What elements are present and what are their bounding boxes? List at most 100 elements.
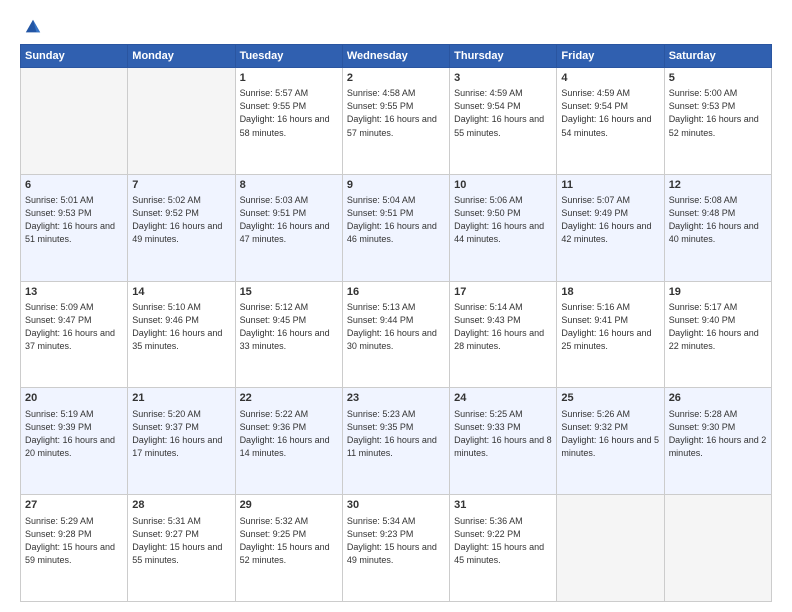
calendar-cell: 11Sunrise: 5:07 AMSunset: 9:49 PMDayligh…	[557, 174, 664, 281]
day-info: Sunrise: 5:14 AMSunset: 9:43 PMDaylight:…	[454, 301, 552, 353]
calendar-cell: 12Sunrise: 5:08 AMSunset: 9:48 PMDayligh…	[664, 174, 771, 281]
day-info: Sunrise: 5:22 AMSunset: 9:36 PMDaylight:…	[240, 408, 338, 460]
calendar-cell: 9Sunrise: 5:04 AMSunset: 9:51 PMDaylight…	[342, 174, 449, 281]
day-number: 28	[132, 498, 230, 513]
day-info: Sunrise: 5:36 AMSunset: 9:22 PMDaylight:…	[454, 515, 552, 567]
day-info: Sunrise: 5:20 AMSunset: 9:37 PMDaylight:…	[132, 408, 230, 460]
day-info: Sunrise: 5:23 AMSunset: 9:35 PMDaylight:…	[347, 408, 445, 460]
day-number: 27	[25, 498, 123, 513]
day-number: 12	[669, 178, 767, 193]
day-number: 7	[132, 178, 230, 193]
day-number: 24	[454, 391, 552, 406]
day-info: Sunrise: 5:12 AMSunset: 9:45 PMDaylight:…	[240, 301, 338, 353]
calendar-cell	[128, 68, 235, 175]
calendar-cell	[21, 68, 128, 175]
day-info: Sunrise: 5:04 AMSunset: 9:51 PMDaylight:…	[347, 194, 445, 246]
day-number: 6	[25, 178, 123, 193]
calendar-cell: 30 Sunrise: 5:34 AMSunset: 9:23 PMDayligh…	[342, 495, 449, 602]
day-number: 25	[561, 391, 659, 406]
day-info: Sunrise: 5:19 AMSunset: 9:39 PMDaylight:…	[25, 408, 123, 460]
day-info: Sunrise: 5:00 AMSunset: 9:53 PMDaylight:…	[669, 87, 767, 139]
calendar: SundayMondayTuesdayWednesdayThursdayFrid…	[20, 44, 772, 602]
day-info: Sunrise: 5:26 AMSunset: 9:32 PMDaylight:…	[561, 408, 659, 460]
calendar-cell: 22 Sunrise: 5:22 AMSunset: 9:36 PMDayligh…	[235, 388, 342, 495]
day-info: Sunrise: 5:29 AMSunset: 9:28 PMDaylight:…	[25, 515, 123, 567]
calendar-cell: 25 Sunrise: 5:26 AMSunset: 9:32 PMDayligh…	[557, 388, 664, 495]
weekday-header-tuesday: Tuesday	[235, 45, 342, 68]
calendar-cell: 17Sunrise: 5:14 AMSunset: 9:43 PMDayligh…	[450, 281, 557, 388]
day-number: 16	[347, 285, 445, 300]
day-number: 3	[454, 71, 552, 86]
page: SundayMondayTuesdayWednesdayThursdayFrid…	[0, 0, 792, 612]
day-number: 8	[240, 178, 338, 193]
day-info: Sunrise: 5:25 AMSunset: 9:33 PMDaylight:…	[454, 408, 552, 460]
weekday-header-sunday: Sunday	[21, 45, 128, 68]
calendar-cell: 24 Sunrise: 5:25 AMSunset: 9:33 PMDayligh…	[450, 388, 557, 495]
day-info: Sunrise: 5:31 AMSunset: 9:27 PMDaylight:…	[132, 515, 230, 567]
day-info: Sunrise: 5:10 AMSunset: 9:46 PMDaylight:…	[132, 301, 230, 353]
calendar-cell: 13Sunrise: 5:09 AMSunset: 9:47 PMDayligh…	[21, 281, 128, 388]
day-info: Sunrise: 4:59 AMSunset: 9:54 PMDaylight:…	[561, 87, 659, 139]
weekday-header-saturday: Saturday	[664, 45, 771, 68]
calendar-cell: 28 Sunrise: 5:31 AMSunset: 9:27 PMDayligh…	[128, 495, 235, 602]
day-info: Sunrise: 5:01 AMSunset: 9:53 PMDaylight:…	[25, 194, 123, 246]
calendar-cell	[664, 495, 771, 602]
day-info: Sunrise: 5:34 AMSunset: 9:23 PMDaylight:…	[347, 515, 445, 567]
calendar-cell: 4Sunrise: 4:59 AMSunset: 9:54 PMDaylight…	[557, 68, 664, 175]
calendar-cell: 6Sunrise: 5:01 AMSunset: 9:53 PMDaylight…	[21, 174, 128, 281]
calendar-cell: 15Sunrise: 5:12 AMSunset: 9:45 PMDayligh…	[235, 281, 342, 388]
day-number: 4	[561, 71, 659, 86]
day-number: 21	[132, 391, 230, 406]
weekday-header-friday: Friday	[557, 45, 664, 68]
day-number: 31	[454, 498, 552, 513]
day-number: 30	[347, 498, 445, 513]
weekday-header-wednesday: Wednesday	[342, 45, 449, 68]
day-number: 11	[561, 178, 659, 193]
logo	[20, 18, 44, 36]
day-info: Sunrise: 5:17 AMSunset: 9:40 PMDaylight:…	[669, 301, 767, 353]
day-number: 5	[669, 71, 767, 86]
day-info: Sunrise: 5:07 AMSunset: 9:49 PMDaylight:…	[561, 194, 659, 246]
day-info: Sunrise: 5:08 AMSunset: 9:48 PMDaylight:…	[669, 194, 767, 246]
calendar-cell: 29 Sunrise: 5:32 AMSunset: 9:25 PMDayligh…	[235, 495, 342, 602]
calendar-cell: 18Sunrise: 5:16 AMSunset: 9:41 PMDayligh…	[557, 281, 664, 388]
calendar-cell: 8Sunrise: 5:03 AMSunset: 9:51 PMDaylight…	[235, 174, 342, 281]
day-number: 10	[454, 178, 552, 193]
day-info: Sunrise: 5:03 AMSunset: 9:51 PMDaylight:…	[240, 194, 338, 246]
day-number: 9	[347, 178, 445, 193]
day-number: 26	[669, 391, 767, 406]
day-number: 19	[669, 285, 767, 300]
calendar-cell: 3Sunrise: 4:59 AMSunset: 9:54 PMDaylight…	[450, 68, 557, 175]
calendar-cell: 14Sunrise: 5:10 AMSunset: 9:46 PMDayligh…	[128, 281, 235, 388]
calendar-cell: 7Sunrise: 5:02 AMSunset: 9:52 PMDaylight…	[128, 174, 235, 281]
day-number: 2	[347, 71, 445, 86]
day-info: Sunrise: 4:59 AMSunset: 9:54 PMDaylight:…	[454, 87, 552, 139]
day-number: 23	[347, 391, 445, 406]
day-info: Sunrise: 5:32 AMSunset: 9:25 PMDaylight:…	[240, 515, 338, 567]
day-number: 1	[240, 71, 338, 86]
day-number: 14	[132, 285, 230, 300]
day-number: 18	[561, 285, 659, 300]
day-number: 13	[25, 285, 123, 300]
weekday-header-monday: Monday	[128, 45, 235, 68]
day-number: 15	[240, 285, 338, 300]
calendar-cell: 27 Sunrise: 5:29 AMSunset: 9:28 PMDayligh…	[21, 495, 128, 602]
day-info: Sunrise: 5:06 AMSunset: 9:50 PMDaylight:…	[454, 194, 552, 246]
calendar-cell: 31 Sunrise: 5:36 AMSunset: 9:22 PMDayligh…	[450, 495, 557, 602]
day-info: Sunrise: 5:28 AMSunset: 9:30 PMDaylight:…	[669, 408, 767, 460]
calendar-cell: 26 Sunrise: 5:28 AMSunset: 9:30 PMDayligh…	[664, 388, 771, 495]
calendar-cell: 20Sunrise: 5:19 AMSunset: 9:39 PMDayligh…	[21, 388, 128, 495]
day-number: 22	[240, 391, 338, 406]
day-info: Sunrise: 5:57 AMSunset: 9:55 PMDaylight:…	[240, 87, 338, 139]
day-info: Sunrise: 5:09 AMSunset: 9:47 PMDaylight:…	[25, 301, 123, 353]
calendar-cell: 10Sunrise: 5:06 AMSunset: 9:50 PMDayligh…	[450, 174, 557, 281]
calendar-cell: 19Sunrise: 5:17 AMSunset: 9:40 PMDayligh…	[664, 281, 771, 388]
day-number: 29	[240, 498, 338, 513]
calendar-cell: 5Sunrise: 5:00 AMSunset: 9:53 PMDaylight…	[664, 68, 771, 175]
calendar-cell: 23 Sunrise: 5:23 AMSunset: 9:35 PMDayligh…	[342, 388, 449, 495]
calendar-cell: 1Sunrise: 5:57 AMSunset: 9:55 PMDaylight…	[235, 68, 342, 175]
day-info: Sunrise: 4:58 AMSunset: 9:55 PMDaylight:…	[347, 87, 445, 139]
calendar-cell: 16Sunrise: 5:13 AMSunset: 9:44 PMDayligh…	[342, 281, 449, 388]
day-info: Sunrise: 5:02 AMSunset: 9:52 PMDaylight:…	[132, 194, 230, 246]
weekday-header-thursday: Thursday	[450, 45, 557, 68]
